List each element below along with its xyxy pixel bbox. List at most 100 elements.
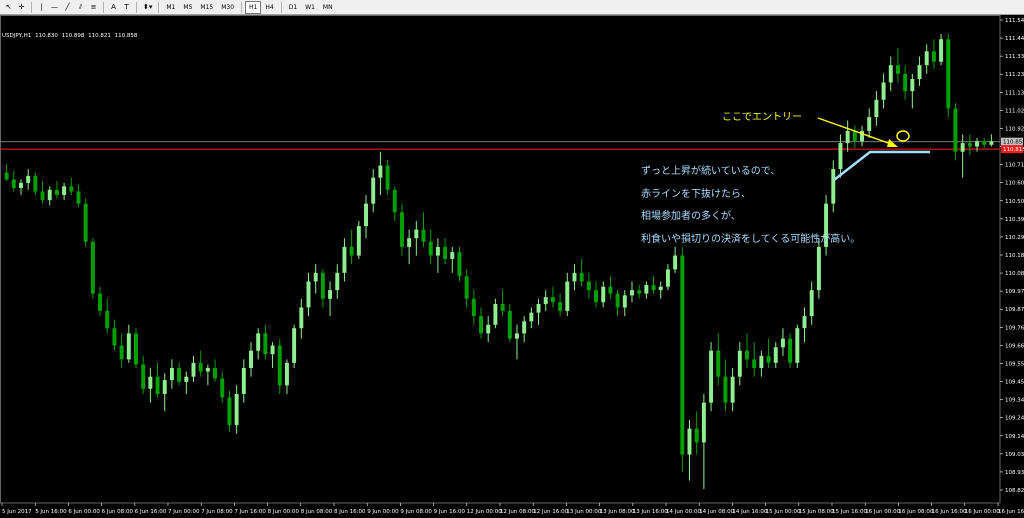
price-chart[interactable]: 111.545 111.440 111.335 111.235 111.130 111.0…	[0, 15, 1024, 518]
time-axis-label: 13 Jun 16:00	[633, 509, 668, 515]
candle-body	[694, 428, 699, 443]
candle-body	[960, 143, 965, 152]
candle-body	[630, 290, 634, 296]
candle	[205, 364, 210, 386]
candle	[141, 355, 146, 394]
vertical-line-icon[interactable]: |	[35, 1, 48, 14]
candle-body	[241, 368, 246, 394]
candle	[112, 319, 117, 351]
candle	[874, 91, 879, 126]
candle	[83, 198, 88, 247]
timeframe-button-m5[interactable]: M5	[179, 1, 196, 14]
candle	[299, 298, 304, 339]
candle	[191, 355, 196, 382]
candle-body	[507, 310, 512, 339]
candle	[701, 393, 706, 490]
candle	[479, 307, 484, 339]
candle-body	[162, 380, 167, 394]
time-axis-label: 16 Jun 00:00	[965, 509, 1000, 515]
time-axis-label: 13 Jun 08:00	[600, 509, 635, 515]
text-icon[interactable]: A	[107, 1, 120, 14]
candle	[464, 269, 469, 308]
timeframe-button-m1[interactable]: M1	[162, 1, 179, 14]
timeframe-button-h1[interactable]: H1	[245, 0, 262, 14]
time-axis-label: 16 Jun 16:00	[932, 509, 967, 515]
candle	[90, 238, 95, 299]
candle	[608, 276, 613, 299]
time-axis-label: 6 Jun 00:00	[68, 509, 100, 515]
arrows-icon[interactable]: ⬍▾	[140, 1, 155, 14]
candle	[903, 65, 908, 100]
candle-body	[364, 203, 368, 227]
candle-body	[514, 333, 519, 339]
price-axis-label: 111.335	[1005, 54, 1024, 60]
timeframe-button-d1[interactable]: D1	[285, 1, 301, 14]
price-axis-label: 110.290	[1005, 235, 1024, 241]
candle	[119, 333, 124, 369]
horizontal-line-icon[interactable]: —	[48, 1, 61, 14]
candle	[802, 307, 807, 343]
candle	[26, 169, 31, 190]
channel-icon[interactable]: ⫽	[74, 1, 87, 14]
candle-body	[256, 333, 261, 351]
timeframe-button-m30[interactable]: M30	[217, 1, 238, 14]
timeframe-button-h4[interactable]: H4	[261, 1, 277, 14]
candle	[550, 286, 555, 308]
candle-body	[356, 226, 361, 256]
candle-body	[414, 229, 419, 239]
crosshair-icon[interactable]: ✛	[15, 1, 28, 14]
candle-body	[169, 368, 174, 381]
candle	[917, 56, 922, 86]
candle-body	[328, 290, 333, 299]
trendline-icon[interactable]: ╱	[61, 1, 74, 14]
price-axis-label: 109.240	[1005, 416, 1024, 422]
toolbar-separator	[136, 1, 137, 13]
candle	[895, 47, 900, 83]
candle-body	[536, 303, 541, 313]
candle-body	[62, 186, 67, 195]
price-axis-label: 111.235	[1005, 72, 1024, 78]
toolbar-separator	[31, 1, 32, 13]
candle	[565, 272, 570, 317]
candle-body	[299, 307, 304, 329]
timeframe-button-mn[interactable]: MN	[319, 1, 337, 14]
candle	[62, 182, 67, 201]
candle	[98, 286, 103, 317]
candle-body	[284, 362, 289, 386]
price-axis-label: 109.870	[1005, 307, 1024, 313]
candle-body	[975, 141, 980, 147]
candle-body	[939, 39, 944, 62]
cursor-icon[interactable]: ↖	[2, 1, 15, 14]
chart-area[interactable]: 111.545 111.440 111.335 111.235 111.130 111.0…	[0, 15, 1024, 518]
price-axis-label: 111.130	[1005, 90, 1024, 96]
candle	[33, 172, 38, 195]
text-label-icon[interactable]: T	[120, 1, 133, 14]
candle-body	[924, 51, 929, 66]
candle-body	[227, 397, 232, 426]
candle-body	[637, 290, 642, 294]
time-axis-label: 12 Jun 00:00	[467, 509, 502, 515]
candle	[960, 134, 965, 178]
candle	[169, 359, 174, 389]
candle	[385, 160, 390, 195]
open-price: 110.830	[35, 33, 58, 39]
candle-body	[572, 272, 577, 282]
candle	[227, 390, 232, 433]
candle-body	[371, 177, 376, 204]
time-axis-label: 14 Jun 16:00	[732, 509, 767, 515]
candle-body	[701, 402, 706, 443]
candle	[256, 328, 261, 360]
candle-body	[759, 355, 764, 369]
candle	[213, 359, 218, 382]
candle	[888, 56, 893, 92]
price-axis-label: 110.605	[1005, 181, 1024, 187]
timeframe-button-m15[interactable]: M15	[196, 1, 217, 14]
symbol-info: USDJPY,H1 110.830 110.898 110.821 110.85…	[2, 33, 139, 39]
timeframe-button-w1[interactable]: W1	[301, 1, 319, 14]
candle	[364, 194, 368, 239]
candle-body	[500, 303, 505, 311]
fibonacci-icon[interactable]: ≡	[87, 1, 100, 14]
candle	[148, 368, 153, 403]
candle	[809, 281, 814, 325]
candle	[277, 338, 282, 394]
